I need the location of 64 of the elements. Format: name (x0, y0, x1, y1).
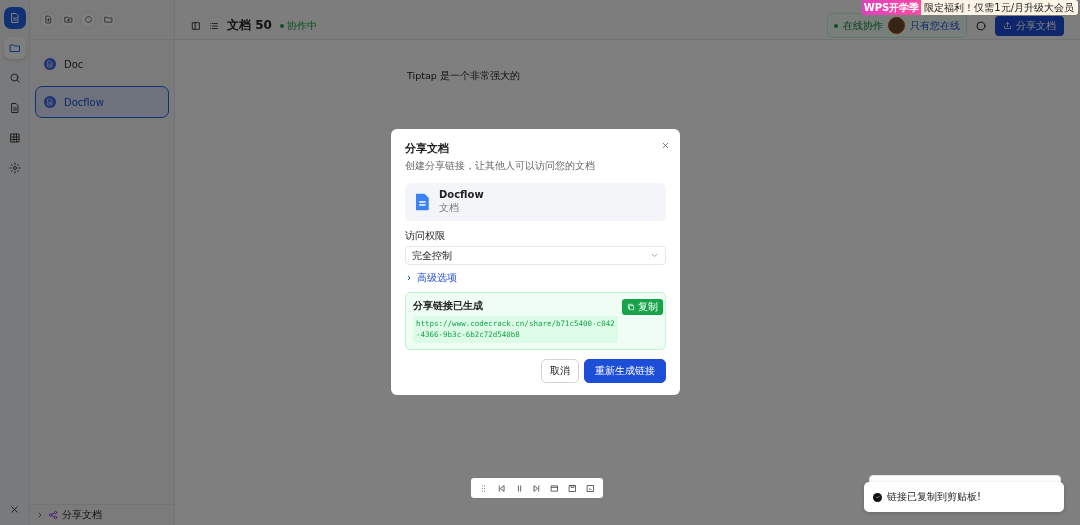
grid-icon (8, 132, 21, 144)
new-folder-button[interactable] (60, 11, 76, 28)
skip-back-button[interactable] (497, 483, 507, 493)
search-icon (8, 72, 21, 84)
close-icon (661, 141, 670, 150)
online-note: 只有您在线 (910, 18, 960, 33)
window-icon (550, 483, 560, 493)
window-button[interactable] (550, 483, 560, 493)
refresh-button[interactable] (80, 11, 96, 28)
permission-label: 访问权限 (405, 229, 445, 243)
promo-text: 限定福利！仅需1元/月升级大会员 (924, 0, 1074, 15)
editor-text: Tiptap 是一个非常强大的 (407, 70, 520, 81)
online-label: 在线协作 (843, 18, 883, 33)
close-icon (9, 504, 20, 515)
promo-badge: WPS开学季 (861, 0, 922, 15)
document-title: 文档 50 (227, 17, 272, 34)
settings-icon (8, 162, 21, 174)
share-button[interactable]: 分享文档 (995, 15, 1064, 36)
list-icon (209, 20, 219, 31)
chevron-right-icon (405, 274, 413, 282)
skip-back-icon (497, 483, 507, 493)
dialog-title: 分享文档 (405, 141, 449, 156)
permission-select[interactable]: 完全控制 (405, 246, 666, 265)
document-icon (8, 12, 21, 24)
save-button[interactable] (567, 483, 577, 493)
folder-plus-icon (63, 15, 73, 24)
link-title: 分享链接已生成 (413, 299, 483, 313)
regenerate-button[interactable]: 重新生成链接 (584, 359, 666, 383)
image-edit-icon (585, 483, 595, 493)
new-file-button[interactable] (40, 11, 56, 28)
dialog-subtitle: 创建分享链接，让其他人可以访问您的文档 (405, 159, 595, 173)
save-icon (567, 483, 577, 493)
avatar[interactable] (888, 17, 905, 34)
chevron-right-icon (36, 511, 44, 519)
document-icon (413, 193, 431, 211)
upload-icon (1003, 21, 1012, 30)
sidebar-toggle-icon (191, 20, 201, 31)
promo-toast[interactable]: WPS开学季 限定福利！仅需1元/月升级大会员 (861, 0, 1078, 15)
sidebar-item[interactable]: Doc (35, 48, 169, 80)
app-logo-icon[interactable] (3, 7, 26, 29)
check-icon (874, 494, 881, 500)
copy-button[interactable]: 复制 (622, 299, 663, 315)
document-icon (8, 102, 21, 114)
file-plus-icon (43, 15, 53, 24)
rail-button[interactable] (3, 37, 26, 59)
document-icon (46, 98, 54, 106)
folder-button[interactable] (100, 11, 116, 28)
document-name: Docflow (439, 189, 484, 200)
cancel-button[interactable]: 取消 (541, 359, 579, 383)
advanced-options-toggle[interactable]: 高级选项 (405, 271, 457, 285)
skip-forward-button[interactable] (532, 483, 542, 493)
share-icon (48, 510, 58, 520)
copy-icon (627, 303, 635, 311)
document-icon (46, 60, 54, 68)
document-type: 文档 (439, 201, 460, 215)
chevron-down-icon (650, 251, 659, 260)
folder-icon (103, 15, 113, 24)
share-docs-link[interactable]: 分享文档 (62, 508, 102, 522)
folder-icon (8, 42, 21, 54)
image-edit-button[interactable] (585, 483, 595, 493)
sidebar-item[interactable]: Docflow (35, 86, 169, 118)
toast-message: 链接已复制到剪贴板! (887, 490, 981, 504)
skip-forward-icon (532, 483, 542, 493)
collab-status: 协作中 (286, 18, 317, 33)
